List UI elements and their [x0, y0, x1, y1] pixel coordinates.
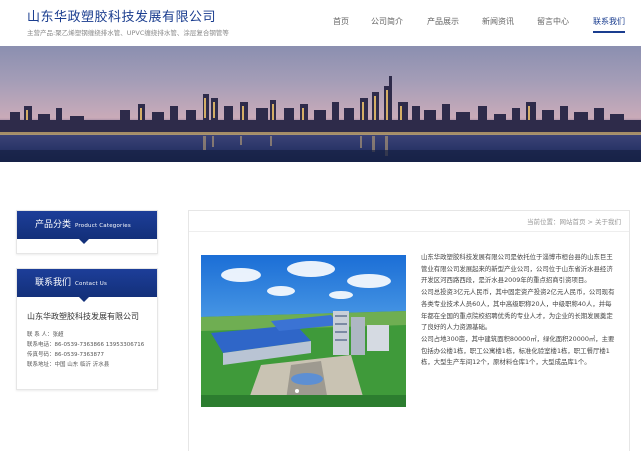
nav-messages[interactable]: 留言中心 [537, 16, 569, 31]
nav-contact[interactable]: 联系我们 [593, 16, 625, 33]
site-header: 山东华政塑胶科技发展有限公司 主营产品:聚乙烯塑钢缠绕排水管、UPVC缠绕排水管… [0, 0, 641, 46]
breadcrumb-prefix: 当前位置： [527, 218, 560, 226]
slider-dots [295, 378, 302, 397]
breadcrumb-home-link[interactable]: 网站首页 [560, 218, 586, 226]
contact-phone: 联系电话：86-0539-7363866 13953306716 [27, 342, 145, 348]
about-paragraph: 公司总投资3亿元人民币，其中固定资产投资2亿元人民币，公司现有各类专业技术人员6… [421, 288, 615, 332]
breadcrumb-divider [189, 231, 629, 232]
factory-photo-slider[interactable] [201, 255, 406, 407]
factory-aerial-photo [201, 255, 406, 407]
about-paragraph: 公司占地300亩，其中建筑面积80000㎡，绿化面积20000㎡，主要包括办公楼… [421, 334, 615, 367]
nav-products[interactable]: 产品展示 [427, 16, 459, 31]
contact-box: 联系我们 Contact Us 山东华政塑胶科技发展有限公司 联 系 人：张超 联… [16, 268, 158, 390]
contact-header: 联系我们 Contact Us [17, 269, 157, 302]
nav-about[interactable]: 公司简介 [371, 16, 403, 31]
breadcrumb-separator: > [587, 218, 593, 226]
contact-body: 山东华政塑胶科技发展有限公司 联 系 人：张超 联系电话：86-0539-736… [17, 297, 157, 389]
contact-company-name: 山东华政塑胶科技发展有限公司 [27, 312, 139, 321]
breadcrumb: 当前位置：网站首页 > 关于我们 [527, 216, 621, 226]
city-skyline-illustration [0, 76, 641, 162]
about-text: 山东华政塑胶科技发展有限公司是依托位于淄博市桓台县的山东巨王管业有限公司发展起来… [421, 252, 616, 369]
product-categories-title: 产品分类 [35, 220, 72, 230]
contact-person: 联 系 人：张超 [27, 332, 64, 338]
main-nav: 首页 公司简介 产品展示 新闻资讯 留言中心 联系我们 [320, 16, 627, 36]
sidebar: 产品分类 Product Categories 联系我们 Contact Us 山东… [16, 210, 158, 390]
banner-image [0, 46, 641, 162]
slider-dot[interactable] [295, 389, 299, 393]
product-categories-title-en: Product Categories [75, 223, 131, 229]
main-content: 当前位置：网站首页 > 关于我们 山东华政塑胶科技发展有限公司是依托位于淄博市桓… [188, 210, 630, 451]
contact-title-en: Contact Us [75, 281, 108, 287]
contact-address: 联系地址：中国 山东 临沂 沂水县 [27, 362, 110, 368]
about-paragraph: 山东华政塑胶科技发展有限公司是依托位于淄博市桓台县的山东巨王管业有限公司发展起来… [421, 253, 613, 285]
contact-title: 联系我们 [35, 278, 72, 288]
main-products-subtitle: 主营产品:聚乙烯塑钢缠绕排水管、UPVC缠绕排水管、涂层复合钢管等 [27, 29, 229, 37]
nav-news[interactable]: 新闻资讯 [482, 16, 514, 31]
nav-home[interactable]: 首页 [333, 16, 349, 31]
breadcrumb-current: 关于我们 [595, 218, 621, 226]
product-categories-header: 产品分类 Product Categories [17, 211, 157, 244]
product-categories-box: 产品分类 Product Categories [16, 210, 158, 254]
contact-fax: 传真号码：86-0539-7363877 [27, 352, 104, 358]
company-title[interactable]: 山东华政塑胶科技发展有限公司 [27, 6, 216, 25]
